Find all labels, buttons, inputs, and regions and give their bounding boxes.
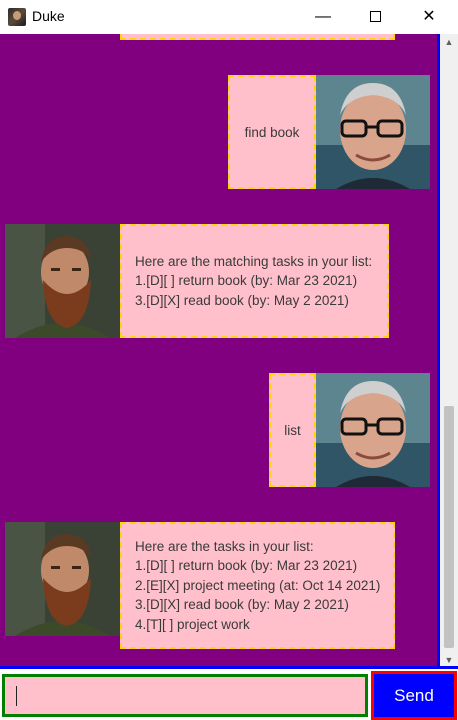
user-message-bubble: find book [228, 75, 316, 189]
user-avatar [316, 373, 430, 487]
scroll-up-arrow-icon[interactable]: ▲ [440, 34, 458, 50]
duke-message-line: 3.[D][X] read book (by: May 2 2021) [135, 597, 349, 613]
duke-message-line: Here are the matching tasks in your list… [135, 253, 373, 269]
user-message-bubble: list [269, 373, 316, 487]
app-icon [8, 8, 26, 26]
duke-message-line: 3.[D][X] read book (by: May 2 2021) [135, 292, 349, 308]
input-area [0, 669, 371, 720]
duke-message-line: 2.[E][X] project meeting (at: Oct 14 202… [135, 577, 381, 593]
duke-message-line: Here are the tasks in your list: [135, 538, 314, 554]
title-bar: Duke — ✕ [0, 0, 458, 34]
user-message-text: find book [244, 124, 300, 140]
vertical-scrollbar[interactable]: ▲ ▼ [440, 34, 458, 668]
dialog-container[interactable]: find book Here are the matching tasks in… [0, 34, 440, 668]
duke-message-line: 1.[D][ ] return book (by: Mar 23 2021) [135, 558, 358, 574]
scrollbar-thumb[interactable] [444, 406, 454, 648]
close-icon[interactable]: ✕ [406, 0, 452, 34]
duke-message-line: 1.[D][ ] return book (by: Mar 23 2021) [135, 273, 358, 289]
previous-message-bubble [120, 34, 395, 40]
minimize-icon[interactable]: — [300, 0, 346, 34]
duke-avatar [5, 224, 120, 338]
maximize-icon[interactable] [352, 0, 398, 34]
duke-message-bubble: Here are the tasks in your list: 1.[D][ … [120, 522, 395, 649]
duke-avatar [5, 522, 120, 636]
duke-message-bubble: Here are the matching tasks in your list… [120, 224, 389, 338]
user-avatar [316, 75, 430, 189]
user-message-text: list [284, 422, 301, 438]
text-caret [16, 686, 17, 706]
window-title: Duke [32, 8, 65, 24]
send-button[interactable]: Send [371, 671, 457, 720]
user-input-field[interactable] [2, 674, 368, 717]
duke-message-line: 4.[T][ ] project work [135, 616, 250, 632]
